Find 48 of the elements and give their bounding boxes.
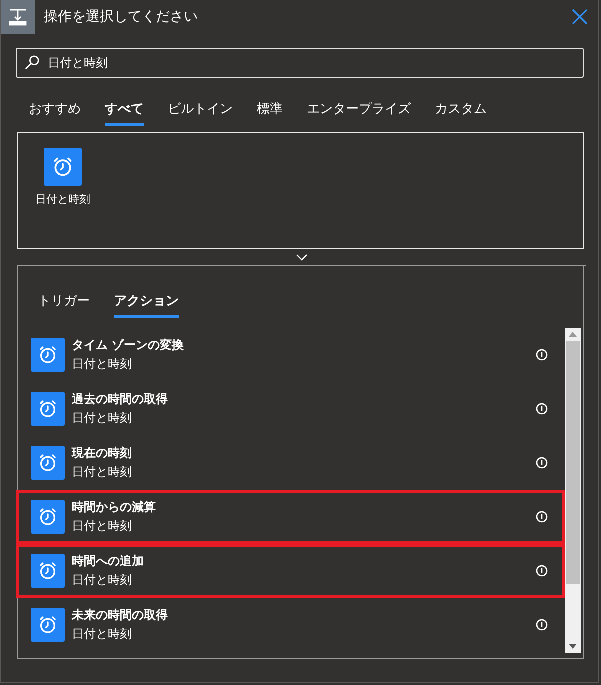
info-icon[interactable] <box>536 403 548 415</box>
action-connector: 日付と時刻 <box>72 410 133 427</box>
info-icon[interactable] <box>536 511 548 523</box>
scrollbar[interactable] <box>565 328 581 653</box>
type-tab[interactable]: アクション <box>114 280 179 318</box>
action-title: 現在の時刻 <box>72 445 133 462</box>
alarm-clock-icon <box>38 615 58 635</box>
category-tab[interactable]: 標準 <box>257 88 283 126</box>
info-icon[interactable] <box>536 349 548 361</box>
action-row[interactable]: 時間からの減算 日付と時刻 <box>16 490 565 544</box>
action-connector: 日付と時刻 <box>72 464 133 481</box>
action-title: 時間からの減算 <box>72 499 157 516</box>
search-field[interactable]: 日付と時刻 <box>16 48 584 78</box>
info-icon[interactable] <box>536 457 548 469</box>
search-icon <box>25 55 40 70</box>
action-connector: 日付と時刻 <box>72 572 133 589</box>
alarm-clock-icon <box>38 399 58 419</box>
alarm-clock-icon <box>38 345 58 365</box>
action-connector: 日付と時刻 <box>72 518 133 535</box>
window-title: 操作を選択してください <box>44 8 199 26</box>
category-tab[interactable]: おすすめ <box>29 88 81 126</box>
info-icon[interactable] <box>536 619 548 631</box>
action-connector: 日付と時刻 <box>72 356 133 373</box>
alarm-clock-icon <box>38 561 58 581</box>
action-title: 時間への追加 <box>72 553 145 570</box>
action-title: 過去の時間の取得 <box>72 391 169 408</box>
alarm-clock-icon <box>52 156 74 178</box>
action-step-icon <box>1 0 35 34</box>
connector-item[interactable]: 日付と時刻 <box>33 148 93 210</box>
category-tab[interactable]: ビルトイン <box>168 88 233 126</box>
action-title: 未来の時間の取得 <box>72 607 169 624</box>
alarm-clock-icon <box>38 453 58 473</box>
action-row[interactable]: 時間への追加 日付と時刻 <box>16 544 565 598</box>
action-row[interactable]: 現在の時刻 日付と時刻 <box>16 436 565 490</box>
action-title: タイム ゾーンの変換 <box>72 337 186 354</box>
close-icon <box>572 9 588 25</box>
category-tab[interactable]: エンタープライズ <box>307 88 411 126</box>
action-row[interactable]: タイム ゾーンの変換 日付と時刻 <box>16 328 565 382</box>
action-row[interactable]: 過去の時間の取得 日付と時刻 <box>16 382 565 436</box>
action-row[interactable]: 未来の時間の取得 日付と時刻 <box>16 598 565 652</box>
category-tab[interactable]: すべて <box>105 88 144 126</box>
chevron-down-icon <box>296 254 308 260</box>
alarm-clock-icon <box>38 507 58 527</box>
category-tab[interactable]: カスタム <box>435 88 487 126</box>
scroll-down-icon[interactable] <box>569 644 577 649</box>
type-tab[interactable]: トリガー <box>38 280 90 318</box>
action-connector: 日付と時刻 <box>72 626 133 643</box>
info-icon[interactable] <box>536 565 548 577</box>
